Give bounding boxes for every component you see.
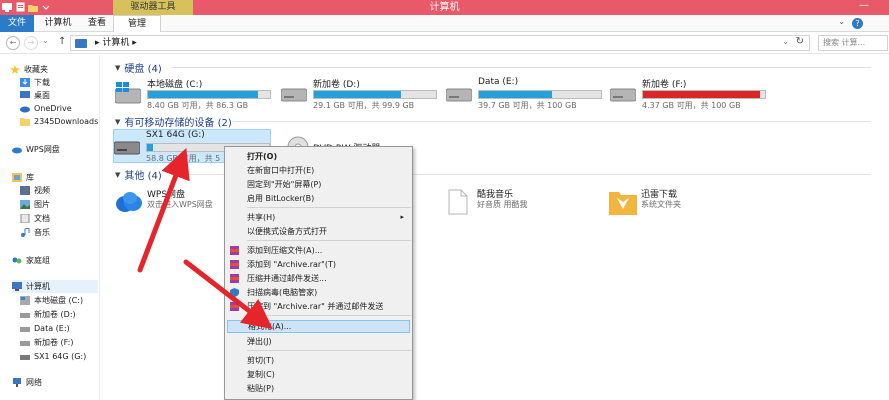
annotation-arrows xyxy=(137,147,273,330)
arrow-to-usb-drive xyxy=(137,147,190,273)
arrow-to-format xyxy=(183,259,273,330)
